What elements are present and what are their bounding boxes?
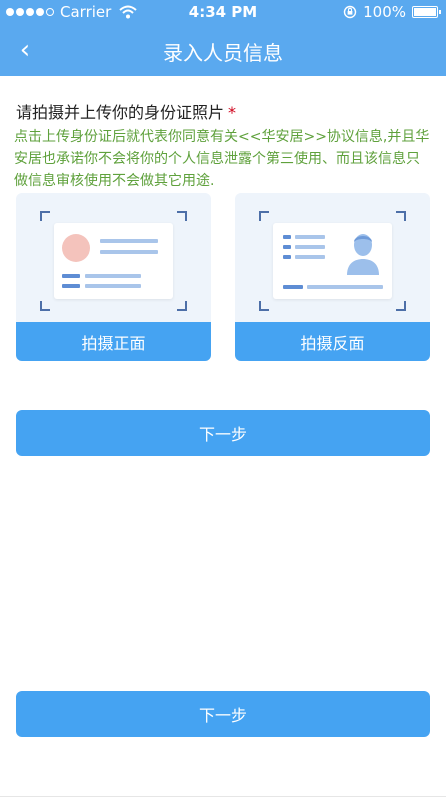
status-right: 100% (343, 3, 441, 21)
next-step-button-bottom[interactable]: 下一步 (16, 691, 430, 737)
id-front-frame (40, 211, 187, 311)
required-mark: * (228, 103, 237, 122)
agreement-text: 点击上传身份证后就代表你同意有关<<华安居>>协议信息,并且华安居也承诺你不会将… (14, 129, 430, 189)
nav-bar: ‹ 录入人员信息 (0, 24, 446, 76)
status-bar: Carrier 4:34 PM 100% (0, 0, 446, 24)
battery-percent: 100% (363, 3, 406, 21)
capture-front-button[interactable]: 拍摄正面 (16, 322, 211, 361)
id-back-frame (259, 211, 406, 311)
person-silhouette-icon (347, 234, 379, 275)
capture-back-button[interactable]: 拍摄反面 (235, 322, 430, 361)
orientation-lock-icon (343, 5, 357, 19)
upload-prompt-text: 请拍摄并上传你的身份证照片 (16, 103, 225, 122)
upload-prompt: 请拍摄并上传你的身份证照片 * (16, 99, 236, 123)
id-back-card[interactable]: 拍摄反面 (235, 193, 430, 361)
page-title: 录入人员信息 (163, 41, 283, 65)
id-back-illustration (273, 223, 392, 299)
battery-icon (412, 6, 441, 18)
next-step-button[interactable]: 下一步 (16, 410, 430, 456)
bottom-divider (0, 796, 446, 797)
portrait-circle-icon (62, 234, 90, 262)
id-front-card[interactable]: 拍摄正面 (16, 193, 211, 361)
id-front-illustration (54, 223, 173, 299)
